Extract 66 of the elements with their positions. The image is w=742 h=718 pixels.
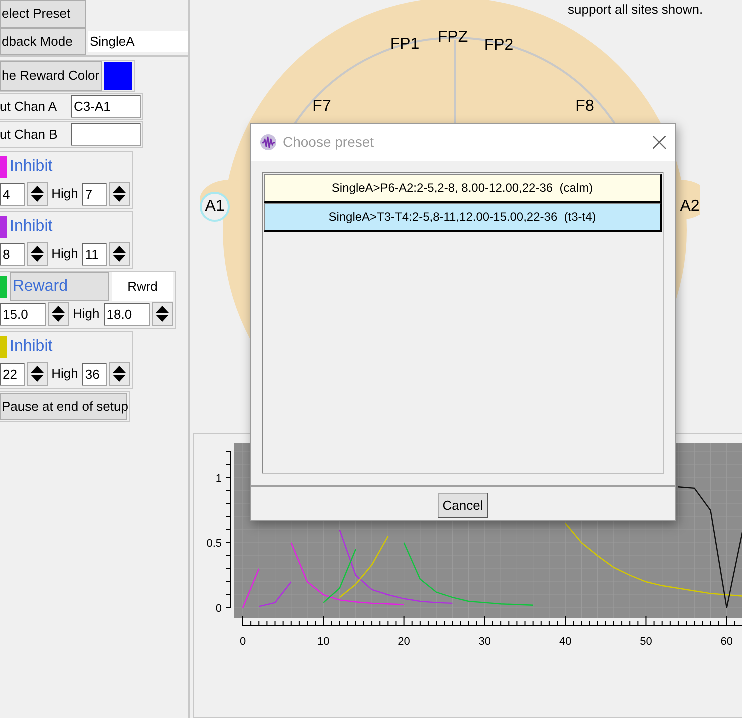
spin-button[interactable] [109, 182, 130, 206]
dialog-title: Choose preset [283, 133, 376, 152]
electrode-label[interactable]: FP1 [390, 33, 420, 57]
high-field[interactable]: 36 [82, 362, 107, 386]
up-down-arrows-icon [156, 305, 169, 323]
high-label: High [72, 305, 101, 324]
band-type-label: Inhibit [10, 336, 53, 356]
channel-label: ut Chan B [0, 126, 59, 144]
channel-field[interactable] [71, 123, 141, 146]
up-down-arrows-icon [30, 245, 44, 263]
x-tick-label: 20 [398, 636, 410, 648]
feedback-mode-field[interactable]: SingleA [88, 31, 188, 52]
reward-color-button[interactable]: he Reward Color [0, 61, 102, 91]
close-icon[interactable] [653, 136, 666, 149]
low-field[interactable]: 8 [0, 242, 25, 266]
x-tick-label: 10 [318, 636, 330, 648]
app-logo-icon [260, 134, 277, 151]
spin-button[interactable] [26, 242, 48, 266]
feedback-mode-button[interactable]: dback Mode [0, 28, 86, 55]
up-down-arrows-icon [113, 365, 126, 383]
high-field[interactable]: 18.0 [104, 302, 150, 326]
ear-site-label[interactable]: A2 [675, 192, 705, 222]
spin-button[interactable] [48, 302, 69, 326]
y-tick-label: 0 [216, 603, 222, 615]
band-type-label: Inhibit [10, 156, 53, 176]
up-down-arrows-icon [30, 185, 44, 203]
preset-item[interactable]: SingleA>T3-T4:2-5,8-11,12.00-15.00,22-36 (t3-t4) [264, 203, 662, 232]
high-field[interactable]: 11 [82, 242, 107, 266]
high-field[interactable]: 7 [82, 182, 107, 206]
electrode-label[interactable]: FP2 [484, 34, 514, 58]
info-note: support all sites shown. [568, 1, 704, 19]
low-field[interactable]: 15.0 [0, 302, 46, 326]
spin-button[interactable] [109, 242, 130, 266]
electrode-label[interactable]: F7 [312, 95, 332, 119]
x-tick-label: 50 [640, 636, 652, 648]
x-tick-label: 60 [720, 636, 733, 648]
band-tag-field[interactable]: Rwrd [112, 272, 173, 301]
cancel-button[interactable]: Cancel [438, 493, 488, 518]
channel-label: ut Chan A [0, 98, 58, 116]
spin-button[interactable] [109, 362, 130, 386]
low-field[interactable]: 4 [0, 182, 25, 206]
y-tick-label: 0.5 [206, 538, 222, 550]
low-field[interactable]: 22 [0, 362, 25, 386]
band-type-button[interactable]: Reward [10, 272, 110, 301]
x-tick-label: 40 [559, 636, 572, 648]
high-label: High [50, 245, 80, 264]
band-type-label: Inhibit [10, 216, 53, 236]
electrode-label[interactable]: FPZ [438, 26, 468, 50]
pause-button[interactable]: Pause at end of setup [0, 393, 127, 420]
select-preset-button[interactable]: elect Preset [0, 0, 86, 28]
up-down-arrows-icon [52, 305, 65, 323]
electrode-label[interactable]: F8 [576, 95, 594, 119]
spin-button[interactable] [26, 182, 48, 206]
up-down-arrows-icon [30, 365, 44, 383]
reward-color-swatch[interactable] [104, 62, 132, 90]
up-down-arrows-icon [113, 185, 126, 203]
spin-button[interactable] [26, 362, 48, 386]
x-tick-label: 30 [478, 636, 492, 648]
y-tick-label: 1 [216, 473, 222, 485]
preset-item[interactable]: SingleA>P6-A2:2-5,2-8, 8.00-12.00,22-36 (calm) [264, 174, 662, 203]
up-down-arrows-icon [113, 245, 126, 263]
x-tick-label: 0 [240, 636, 246, 648]
high-label: High [50, 365, 80, 384]
high-label: High [50, 185, 80, 204]
spin-button[interactable] [152, 302, 173, 326]
channel-field[interactable]: C3-A1 [71, 95, 141, 118]
